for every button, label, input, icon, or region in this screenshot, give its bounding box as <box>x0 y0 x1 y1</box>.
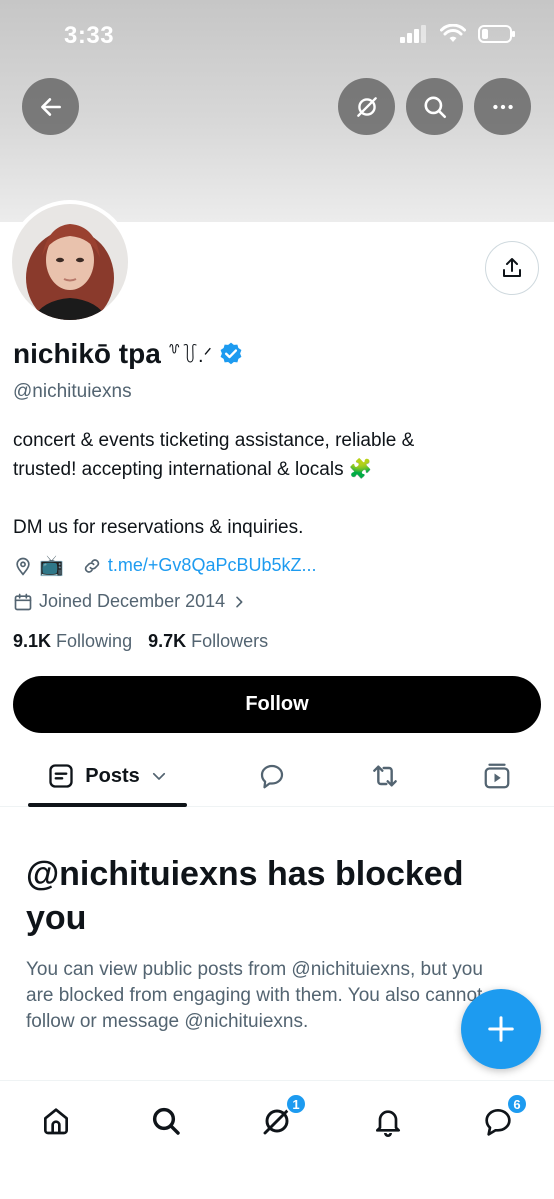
tab-replies[interactable] <box>252 745 292 807</box>
chevron-right-icon <box>236 596 243 607</box>
tab-posts[interactable]: Posts <box>28 745 187 807</box>
tab-posts-label: Posts <box>85 764 140 787</box>
video-play-icon <box>484 763 510 789</box>
nav-home[interactable] <box>36 1101 76 1141</box>
status-time: 3:33 <box>64 22 115 49</box>
battery-icon <box>478 25 515 43</box>
share-button[interactable] <box>485 241 539 295</box>
compose-post-button[interactable] <box>461 989 541 1069</box>
bell-icon <box>376 1110 400 1137</box>
arrow-left-icon <box>40 97 61 116</box>
share-upload-icon <box>503 258 521 277</box>
wifi-icon <box>440 24 466 42</box>
follow-button[interactable]: Follow <box>13 676 541 733</box>
following-count-link[interactable]: 9.1K Following <box>13 631 132 652</box>
profile-link[interactable]: t.me/+Gv8QaPcBUb5kZ... <box>108 555 317 576</box>
blocked-message: You can view public posts from @nichitui… <box>26 959 483 1032</box>
chevron-down-icon <box>152 772 165 780</box>
nav-notifications[interactable] <box>368 1101 408 1141</box>
following-count: 9.1K <box>13 631 52 651</box>
bio-line: trusted! accepting international & local… <box>13 459 373 480</box>
back-button[interactable] <box>22 78 79 135</box>
profile-handle: @nichituiexns <box>13 381 132 402</box>
grok-icon <box>356 96 377 117</box>
nav-search[interactable] <box>146 1101 186 1141</box>
home-icon <box>44 1108 68 1135</box>
nav-messages[interactable]: 6 <box>478 1093 528 1141</box>
bio-line: concert & events ticketing assistance, r… <box>13 430 415 451</box>
profile-meta-row: 📺 t.me/+Gv8QaPcBUb5kZ... <box>13 553 316 578</box>
link-icon <box>84 558 100 573</box>
status-icons <box>400 24 516 44</box>
display-name: nichikō tpa ꒷꒦.ᐟ <box>13 338 244 370</box>
bio-line <box>13 484 533 513</box>
tab-media[interactable] <box>477 745 517 807</box>
plus-icon <box>488 1016 514 1042</box>
location-text: 📺 <box>39 555 64 577</box>
bottom-navigation: 1 6 <box>0 1080 554 1199</box>
follow-counts: 9.1K Following 9.7K Followers <box>13 631 268 652</box>
active-tab-indicator <box>28 803 187 807</box>
blocked-title: @nichituiexns has blocked you <box>26 855 464 937</box>
bio-line: DM us for reservations & inquiries. <box>13 517 304 538</box>
repost-icon <box>373 765 397 787</box>
followers-count-link[interactable]: 9.7K Followers <box>148 631 268 652</box>
posts-tab-icon <box>49 764 73 788</box>
nav-grok[interactable]: 1 <box>257 1093 307 1141</box>
followers-count: 9.7K <box>148 631 187 651</box>
search-button[interactable] <box>406 78 463 135</box>
status-bar: 3:33 <box>0 0 554 70</box>
search-icon <box>423 95 446 118</box>
following-label: Following <box>56 631 133 651</box>
search-icon <box>152 1107 180 1135</box>
calendar-icon <box>14 593 32 610</box>
reply-bubble-icon <box>260 764 284 789</box>
more-options-button[interactable] <box>474 78 531 135</box>
profile-tabs: Posts <box>0 745 554 807</box>
avatar[interactable] <box>8 200 132 324</box>
grok-button[interactable] <box>338 78 395 135</box>
display-name-decoration: ꒷꒦.ᐟ <box>166 344 213 367</box>
more-horizontal-icon <box>492 104 513 109</box>
location-pin-icon <box>16 557 30 576</box>
display-name-text: nichikō tpa <box>13 338 161 369</box>
avatar-photo <box>12 204 128 320</box>
profile-bio: concert & events ticketing assistance, r… <box>13 426 533 542</box>
tab-reposts[interactable] <box>365 745 405 807</box>
messages-notification-badge: 6 <box>506 1093 528 1115</box>
followers-label: Followers <box>191 631 269 651</box>
verified-badge-icon <box>220 342 242 365</box>
grok-notification-badge: 1 <box>285 1093 307 1115</box>
signal-icon <box>400 25 426 43</box>
joined-text: Joined December 2014 <box>39 591 226 611</box>
joined-date-row[interactable]: Joined December 2014 <box>13 591 247 612</box>
